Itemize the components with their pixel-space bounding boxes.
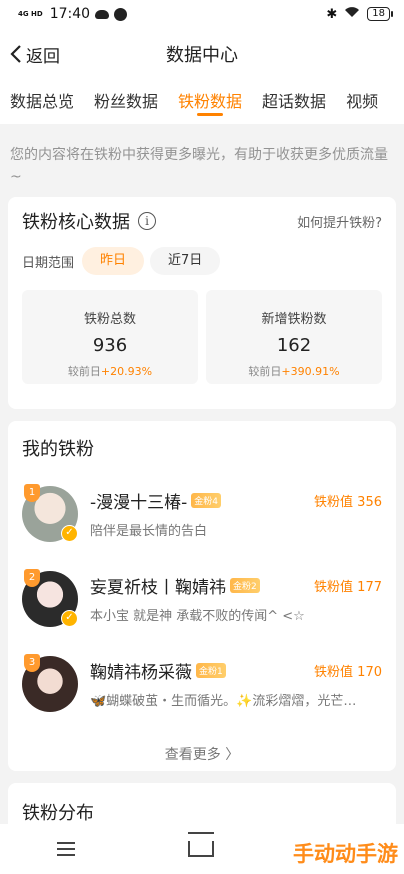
view-more-link[interactable]: 查看更多 〉: [22, 744, 382, 764]
verified-icon: ✓: [61, 609, 78, 627]
avatar[interactable]: 3: [22, 653, 78, 712]
fan-name: 妄夏祈枝丨鞠婧祎: [90, 578, 226, 598]
network-indicator: 4G HD: [18, 10, 43, 18]
status-time: 17:40: [49, 6, 91, 22]
tab-topic[interactable]: 超话数据: [252, 88, 336, 120]
watermark: 手动动手游: [293, 842, 398, 866]
wifi-icon: [344, 6, 360, 22]
tip-text: 您的内容将在铁粉中获得更多曝光，有助于收获更多优质流量~: [10, 147, 388, 185]
fan-level-badge: 金粉1: [196, 663, 226, 678]
rank-badge: 2: [24, 568, 40, 587]
fan-name: 鞠婧祎杨采薇: [90, 663, 192, 683]
fan-bio: 🦋蝴蝶破茧・生而循光。✨流彩熠熠，光芒…: [90, 694, 357, 709]
rank-badge: 3: [24, 653, 40, 672]
tab-bar: 数据总览 粉丝数据 铁粉数据 超话数据 视频: [0, 80, 404, 124]
fan-name: -漫漫十三椿-: [90, 493, 188, 513]
verified-icon: ✓: [61, 524, 78, 542]
stat-new-fans: 新增铁粉数 162 较前日+390.91%: [206, 290, 382, 384]
fan-score: 铁粉值 356: [314, 495, 382, 510]
avatar[interactable]: 1 ✓: [22, 483, 78, 542]
distribution-title: 铁粉分布: [22, 803, 94, 824]
stat-value: 162: [276, 335, 312, 356]
fan-item[interactable]: 1 ✓ -漫漫十三椿- 金粉4 铁粉值 356 陪伴是最长情的告白: [22, 471, 382, 556]
battery-indicator: 18: [367, 7, 393, 21]
status-bar: 4G HD 17:40 ✱ 18: [0, 0, 404, 28]
fan-item[interactable]: 3 鞠婧祎杨采薇 金粉1 铁粉值 170 🦋蝴蝶破茧・生而循光。✨流彩熠熠，光芒…: [22, 641, 382, 726]
fan-level-badge: 金粉4: [191, 493, 222, 508]
nav-bar: 返回 数据中心: [0, 28, 404, 80]
stat-change: 较前日+390.91%: [248, 365, 340, 378]
date-range-label: 日期范围: [22, 255, 75, 271]
my-fans-card: 我的铁粉 1 ✓ -漫漫十三椿- 金粉4 铁粉值 356 陪伴是最长情的告白 2…: [8, 421, 396, 771]
stat-label: 新增铁粉数: [261, 312, 327, 327]
fan-bio: 陪伴是最长情的告白: [90, 524, 208, 539]
back-label: 返回: [26, 46, 60, 67]
stat-total-fans: 铁粉总数 936 较前日+20.93%: [22, 290, 198, 384]
cloud-icon: [95, 9, 110, 19]
help-link[interactable]: 如何提升铁粉?: [297, 212, 382, 231]
fan-level-badge: 金粉2: [230, 578, 260, 593]
stat-value: 936: [92, 335, 128, 356]
tab-video[interactable]: 视频: [336, 88, 388, 120]
info-icon[interactable]: i: [138, 212, 156, 230]
fan-score: 铁粉值 177: [314, 580, 382, 595]
notification-icon: [114, 7, 128, 21]
date-option-yesterday[interactable]: 昨日: [82, 247, 145, 275]
date-option-7days[interactable]: 近7日: [150, 247, 221, 275]
core-data-card: 铁粉核心数据 i 如何提升铁粉? 日期范围 昨日 近7日 铁粉总数 936 较前…: [8, 197, 396, 409]
home-icon[interactable]: [187, 832, 214, 857]
rank-badge: 1: [24, 483, 40, 502]
avatar[interactable]: 2 ✓: [22, 568, 78, 627]
tab-fans[interactable]: 粉丝数据: [84, 88, 168, 120]
back-button[interactable]: 返回: [0, 42, 60, 67]
stat-label: 铁粉总数: [83, 312, 136, 327]
bluetooth-icon: ✱: [326, 6, 338, 22]
chevron-left-icon: [10, 45, 21, 63]
fans-title: 我的铁粉: [22, 439, 94, 460]
stat-change: 较前日+20.93%: [67, 365, 153, 378]
fan-item[interactable]: 2 ✓ 妄夏祈枝丨鞠婧祎 金粉2 铁粉值 177 本小宝 就是神 承载不败的传闻…: [22, 556, 382, 641]
tab-overview[interactable]: 数据总览: [0, 88, 84, 120]
menu-icon[interactable]: [56, 838, 75, 860]
page-title: 数据中心: [166, 45, 238, 66]
core-title: 铁粉核心数据: [22, 212, 130, 233]
fan-score: 铁粉值 170: [314, 665, 382, 680]
fan-bio: 本小宝 就是神 承载不败的传闻^ <☆: [90, 609, 305, 624]
tab-iron-fans[interactable]: 铁粉数据: [168, 88, 252, 120]
